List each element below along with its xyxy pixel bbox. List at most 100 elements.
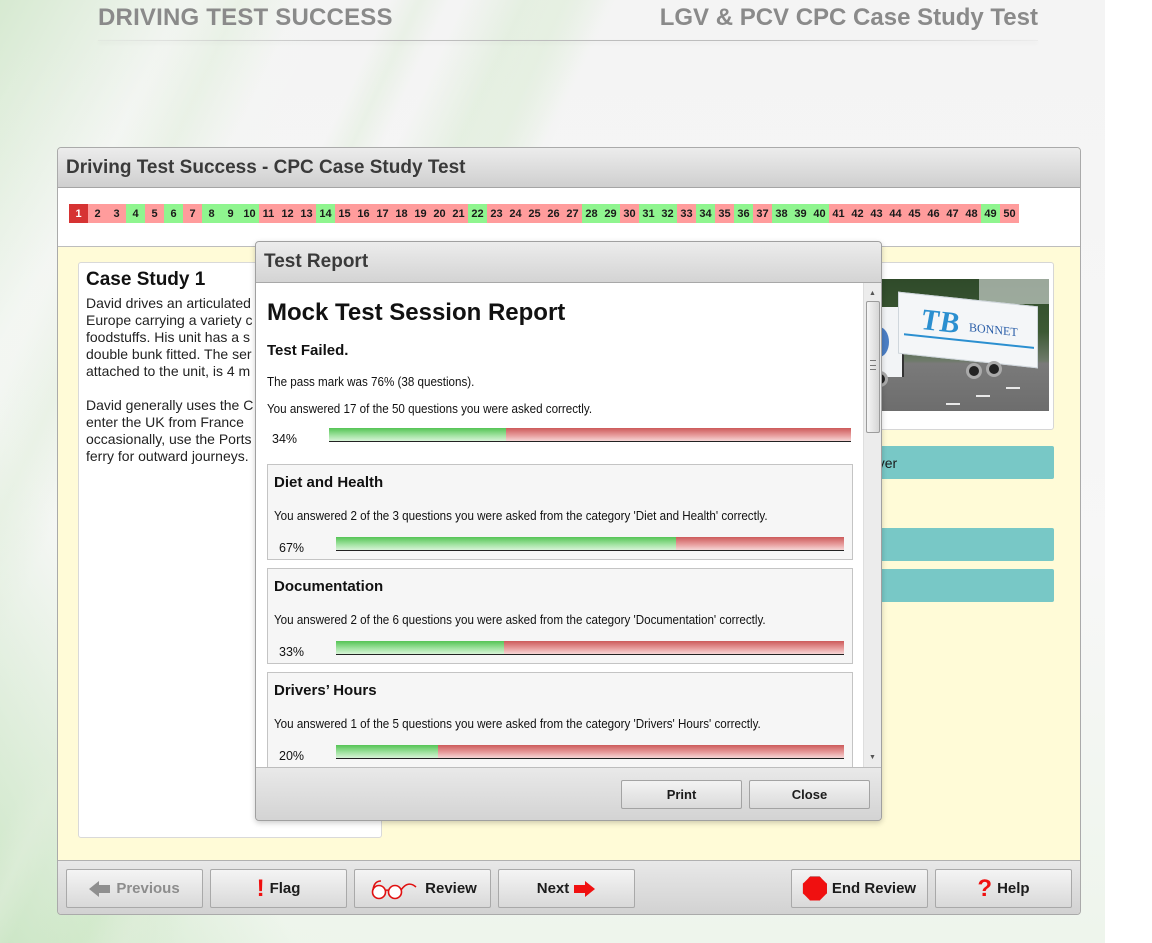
next-button[interactable]: Next <box>498 869 635 908</box>
question-nav-item[interactable]: 33 <box>677 204 696 223</box>
question-nav-item[interactable]: 43 <box>867 204 886 223</box>
progress-wrong-fill <box>503 641 844 654</box>
question-nav-item[interactable]: 20 <box>430 204 449 223</box>
scrollbar-thumb[interactable] <box>866 301 880 433</box>
help-button[interactable]: ? Help <box>935 869 1072 908</box>
category-progress-bar <box>336 745 844 759</box>
truck-company-name: BONNET <box>969 320 1018 340</box>
question-nav-item[interactable]: 8 <box>202 204 221 223</box>
category-title: Drivers’ Hours <box>274 682 377 699</box>
header-divider <box>98 40 1038 41</box>
photo-sky <box>979 279 1049 304</box>
answer-option-2[interactable] <box>860 528 1054 561</box>
question-nav-item[interactable]: 14 <box>316 204 335 223</box>
question-nav-item[interactable]: 13 <box>297 204 316 223</box>
scroll-up-arrow-icon[interactable]: ▲ <box>864 285 881 301</box>
question-nav-item[interactable]: 48 <box>962 204 981 223</box>
review-label: Review <box>425 880 477 897</box>
overall-score-text: You answered 17 of the 50 questions you … <box>267 402 593 416</box>
question-nav-item[interactable]: 29 <box>601 204 620 223</box>
road-marking <box>946 403 960 405</box>
report-title: Mock Test Session Report <box>267 299 566 326</box>
question-nav-item[interactable]: 17 <box>373 204 392 223</box>
truck-photo: TB BONNET <box>866 279 1049 411</box>
question-nav-item[interactable]: 10 <box>240 204 259 223</box>
print-button[interactable]: Print <box>621 780 742 809</box>
question-nav-item[interactable]: 42 <box>848 204 867 223</box>
end-review-label: End Review <box>831 880 917 897</box>
question-nav-item[interactable]: 26 <box>544 204 563 223</box>
question-nav-item[interactable]: 19 <box>411 204 430 223</box>
progress-correct-fill <box>336 641 504 654</box>
question-nav-item[interactable]: 16 <box>354 204 373 223</box>
previous-label: Previous <box>116 880 180 897</box>
close-button[interactable]: Close <box>749 780 870 809</box>
question-nav-item[interactable]: 11 <box>259 204 278 223</box>
question-nav-item[interactable]: 3 <box>107 204 126 223</box>
question-nav-item[interactable]: 21 <box>449 204 468 223</box>
question-nav-item[interactable]: 35 <box>715 204 734 223</box>
answer-option-3[interactable] <box>860 569 1054 602</box>
pass-mark-text: The pass mark was 76% (38 questions). <box>267 375 475 389</box>
question-nav-item[interactable]: 46 <box>924 204 943 223</box>
scroll-down-arrow-icon[interactable]: ▼ <box>864 749 881 765</box>
question-mark-icon: ? <box>977 874 993 902</box>
question-nav-item[interactable]: 41 <box>829 204 848 223</box>
question-nav-item[interactable]: 38 <box>772 204 791 223</box>
flag-button[interactable]: ! Flag <box>210 869 347 908</box>
truck-wheel <box>966 363 982 379</box>
question-nav-item[interactable]: 15 <box>335 204 354 223</box>
road-marking <box>1006 387 1020 389</box>
answer-option-1[interactable]: river <box>860 446 1054 479</box>
report-scrollbar[interactable]: ▲ ▼ <box>863 283 881 767</box>
question-nav-item[interactable]: 39 <box>791 204 810 223</box>
question-nav-item[interactable]: 1 <box>69 204 88 223</box>
question-nav-item[interactable]: 6 <box>164 204 183 223</box>
dialog-header: Test Report <box>256 242 881 283</box>
question-nav-item[interactable]: 23 <box>487 204 506 223</box>
question-nav-item[interactable]: 31 <box>639 204 658 223</box>
question-nav-item[interactable]: 25 <box>525 204 544 223</box>
question-nav-item[interactable]: 22 <box>468 204 487 223</box>
stop-sign-icon <box>802 876 827 901</box>
grip-icon <box>870 360 876 370</box>
question-nav-item[interactable]: 5 <box>145 204 164 223</box>
question-nav-item[interactable]: 18 <box>392 204 411 223</box>
review-button[interactable]: Review <box>354 869 491 908</box>
progress-correct-fill <box>329 428 507 441</box>
question-nav-item[interactable]: 24 <box>506 204 525 223</box>
category-percent: 20% <box>279 749 305 763</box>
question-nav-item[interactable]: 4 <box>126 204 145 223</box>
question-nav-item[interactable]: 28 <box>582 204 601 223</box>
overall-progress: 34% <box>267 422 854 450</box>
question-nav-item[interactable]: 34 <box>696 204 715 223</box>
category-score-text: You answered 1 of the 5 questions you we… <box>274 717 761 731</box>
question-nav-item[interactable]: 37 <box>753 204 772 223</box>
end-review-button[interactable]: End Review <box>791 869 928 908</box>
question-nav-item[interactable]: 32 <box>658 204 677 223</box>
question-nav-item[interactable]: 27 <box>563 204 582 223</box>
question-nav-item[interactable]: 44 <box>886 204 905 223</box>
question-nav-item[interactable]: 36 <box>734 204 753 223</box>
question-nav-item[interactable]: 9 <box>221 204 240 223</box>
progress-wrong-fill <box>437 745 844 758</box>
category-title: Documentation <box>274 578 384 595</box>
dialog-footer: Print Close <box>256 767 881 820</box>
question-nav-item[interactable]: 12 <box>278 204 297 223</box>
question-nav-item[interactable]: 50 <box>1000 204 1019 223</box>
truck-wheel <box>986 361 1002 377</box>
category-card: Drivers’ Hours You answered 1 of the 5 q… <box>267 672 853 767</box>
arrow-right-icon <box>574 880 596 897</box>
question-nav-item[interactable]: 47 <box>943 204 962 223</box>
overall-progress-bar <box>329 428 851 442</box>
question-nav-item[interactable]: 45 <box>905 204 924 223</box>
question-nav-item[interactable]: 7 <box>183 204 202 223</box>
question-navigator: 1 2 3 4 5 6 7 8 9 10 11 12 13 14 15 16 17 18 19 20 21 22 23 24 2… <box>58 188 1080 247</box>
question-nav-item[interactable]: 49 <box>981 204 1000 223</box>
road-marking <box>976 395 990 397</box>
question-nav-item[interactable]: 40 <box>810 204 829 223</box>
question-nav-item[interactable]: 2 <box>88 204 107 223</box>
question-nav-item[interactable]: 30 <box>620 204 639 223</box>
previous-button[interactable]: Previous <box>66 869 203 908</box>
report-scroll-area[interactable]: Mock Test Session Report Test Failed. Th… <box>256 283 881 767</box>
